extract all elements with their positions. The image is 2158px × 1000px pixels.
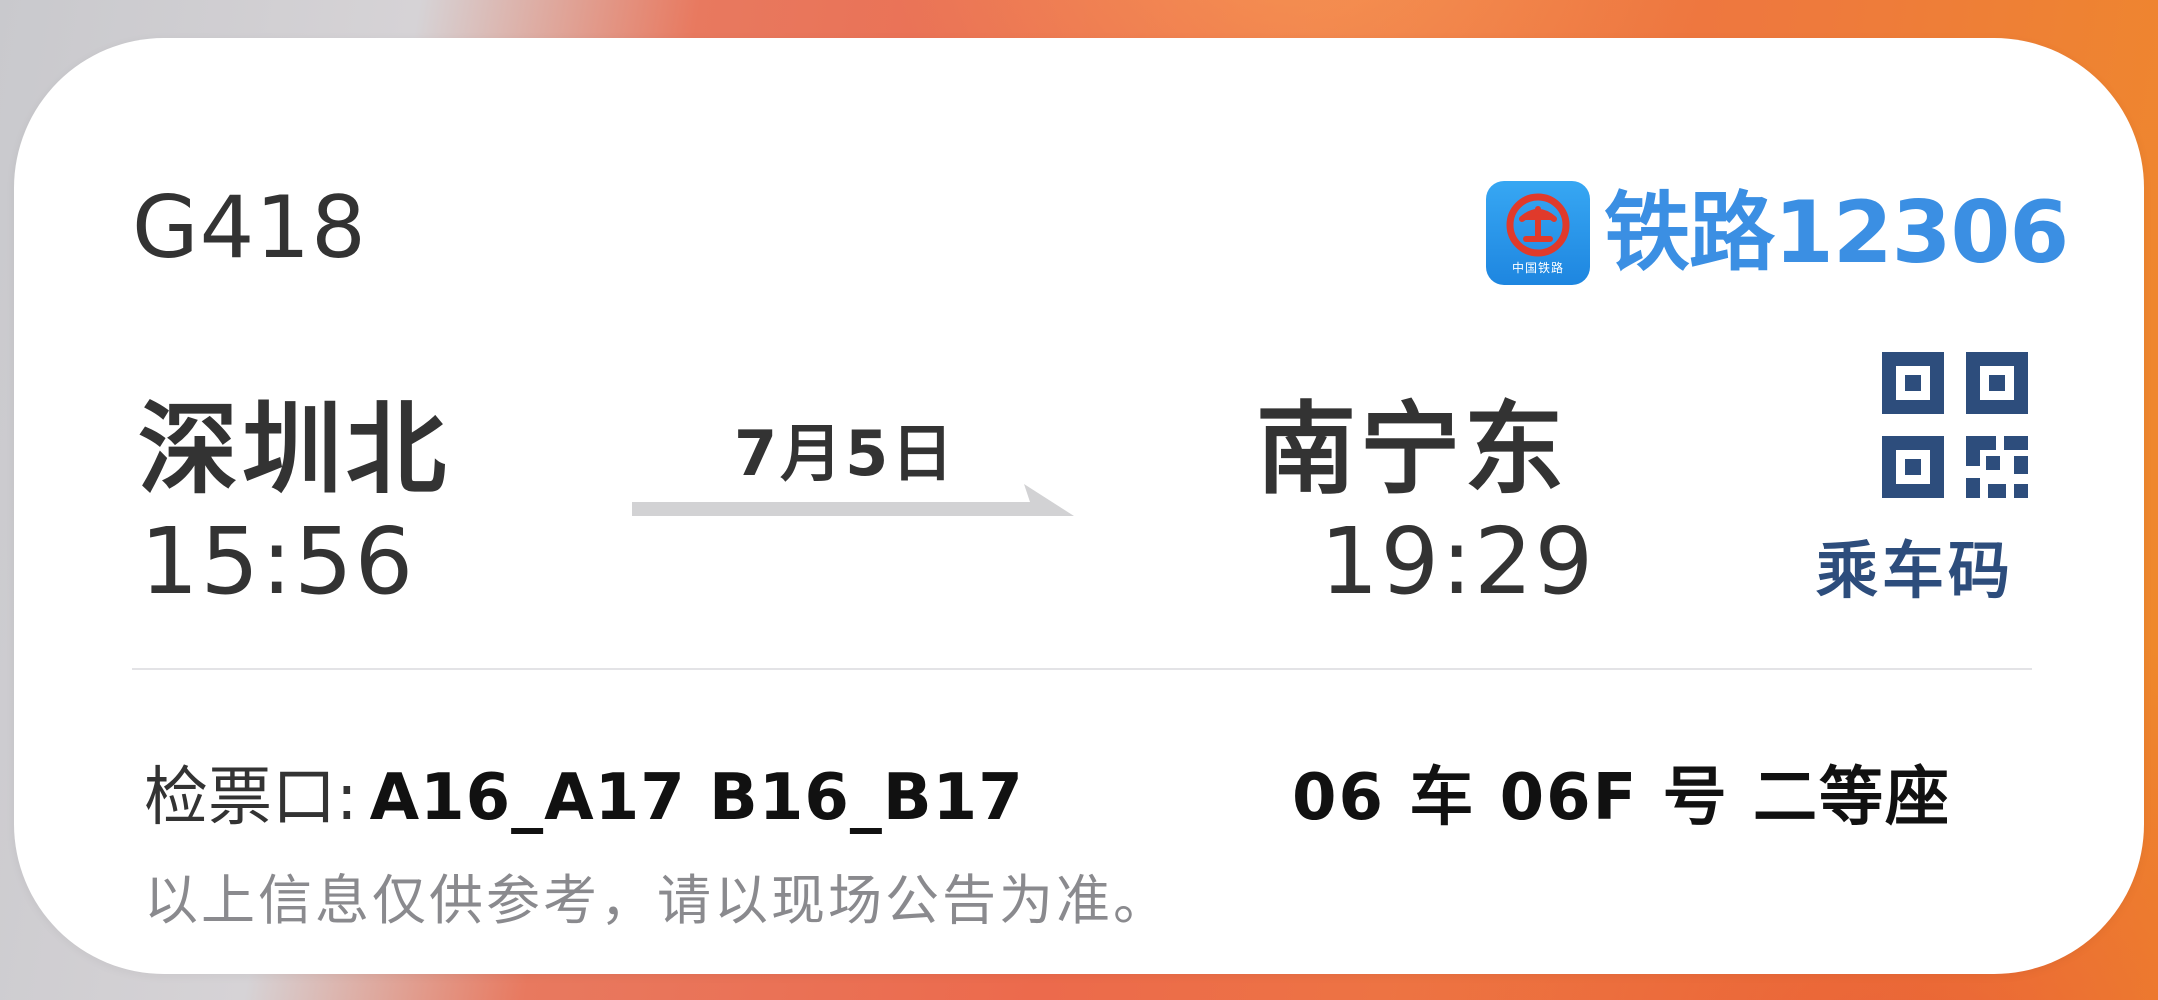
direction-arrow-icon [632,484,1074,516]
gate-label: 检票口: [144,761,358,835]
qr-code-icon[interactable] [1882,352,2028,498]
railway-12306-brand: 中国铁路 铁路12306 [1486,181,2069,285]
arrival-station: 南宁东 [1256,391,1568,508]
train-number: G418 [132,178,367,278]
departure-station: 深圳北 [138,391,450,508]
logo-caption: 中国铁路 [1511,261,1564,275]
seat-info: 06 车 06F 号 二等座 [1292,761,1951,835]
china-railway-logo-icon: 中国铁路 [1486,181,1590,285]
train-ticket-widget[interactable]: G418 中国铁路 铁路12306 深圳北 15:56 7月5日 南宁东 19:… [14,38,2144,974]
gate-value: A16_A17 B16_B17 [369,761,1024,835]
boarding-code-label[interactable]: 乘车码 [1816,520,2014,610]
divider [132,668,2032,670]
brand-name: 铁路12306 [1604,183,2069,283]
arrival-time: 19:29 [1320,508,1596,615]
ticket-gate: 检票口: A16_A17 B16_B17 [144,746,1024,838]
departure-time: 15:56 [140,508,416,615]
disclaimer-notice: 以上信息仅供参考，请以现场公告为准。 [144,869,1170,932]
